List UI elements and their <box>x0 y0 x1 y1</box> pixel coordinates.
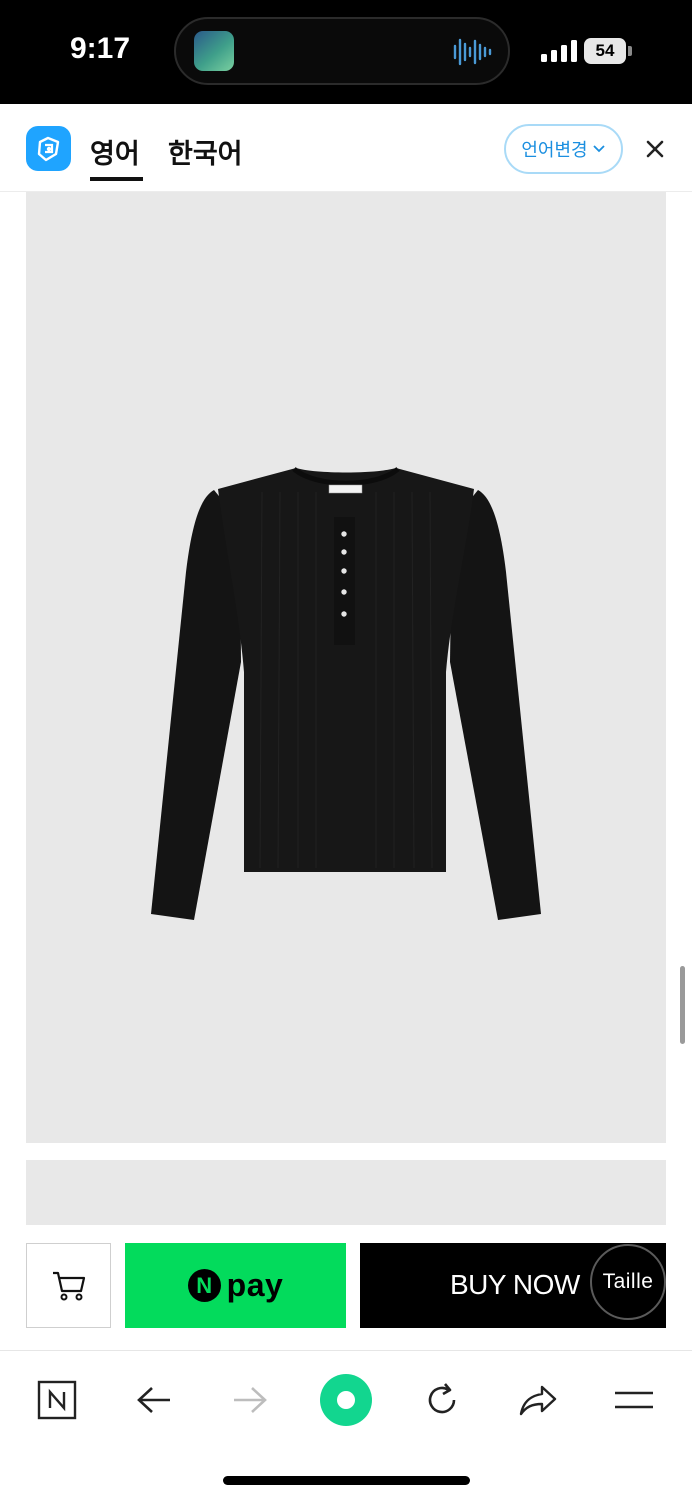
battery-tip <box>628 46 632 56</box>
active-tab-underline <box>90 177 143 181</box>
menu-icon[interactable] <box>610 1376 658 1424</box>
taille-floating-button[interactable]: Taille <box>590 1244 666 1320</box>
back-arrow-icon[interactable] <box>130 1376 178 1424</box>
product-image[interactable] <box>26 192 666 1143</box>
audio-waveform-icon <box>453 38 492 66</box>
papago-logo-icon[interactable] <box>26 126 71 171</box>
refresh-icon[interactable] <box>418 1376 466 1424</box>
tab-english[interactable]: 영어 <box>90 132 140 171</box>
purchase-bar: N pay BUY NOW <box>0 1225 692 1351</box>
clock-time: 9:17 <box>70 32 131 65</box>
battery-indicator: 54 <box>584 38 626 64</box>
buy-now-label: BUY NOW <box>450 1269 580 1300</box>
status-bar: 9:17 54 <box>0 0 692 104</box>
cart-button[interactable] <box>26 1243 111 1328</box>
tab-korean[interactable]: 한국어 <box>168 132 243 171</box>
share-icon[interactable] <box>514 1376 562 1424</box>
black-henley-shirt-illustration <box>151 466 541 920</box>
scrollbar-thumb[interactable] <box>680 966 685 1044</box>
change-language-label: 언어변경 <box>521 140 588 160</box>
now-playing-artwork <box>194 31 234 71</box>
green-dot-icon[interactable] <box>316 1370 376 1430</box>
browser-toolbar <box>0 1352 692 1500</box>
product-image-next[interactable] <box>26 1160 666 1230</box>
naver-pay-label: pay <box>226 1267 284 1303</box>
naver-pay-button[interactable]: N pay <box>125 1243 346 1328</box>
home-indicator[interactable] <box>223 1476 470 1485</box>
cellular-signal-icon <box>541 40 577 62</box>
change-language-button[interactable]: 언어변경 <box>504 124 623 174</box>
naver-pay-logo: N <box>187 1269 221 1302</box>
chevron-down-icon <box>592 145 605 153</box>
cart-icon <box>52 1271 85 1300</box>
forward-arrow-icon[interactable] <box>226 1376 274 1424</box>
dynamic-island[interactable] <box>174 17 510 85</box>
naver-home-icon[interactable] <box>33 1376 81 1424</box>
translation-bar: 영어 한국어 언어변경 <box>0 104 692 192</box>
close-icon[interactable] <box>641 135 669 163</box>
